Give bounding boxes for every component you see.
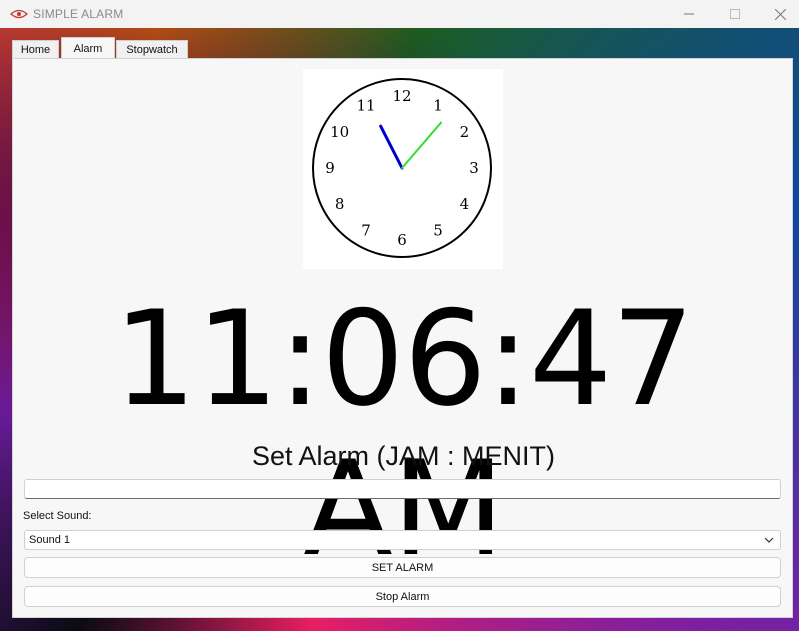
set-alarm-heading: Set Alarm (JAM : MENIT) xyxy=(251,441,556,471)
set-alarm-button[interactable]: SET ALARM xyxy=(24,557,781,578)
clock-numeral-11: 11 xyxy=(356,97,375,115)
clock-numeral-7: 7 xyxy=(361,221,371,239)
window-titlebar: SIMPLE ALARM xyxy=(0,0,799,28)
clock-numeral-6: 6 xyxy=(397,231,407,249)
clock-numeral-8: 8 xyxy=(335,195,345,213)
clock-numeral-9: 9 xyxy=(325,159,335,177)
clock-numeral-1: 1 xyxy=(433,97,443,115)
clock-numeral-4: 4 xyxy=(460,195,470,213)
minimize-icon xyxy=(684,13,694,15)
analog-clock: 12 1 2 3 4 5 6 7 8 9 10 11 xyxy=(303,69,503,269)
clock-numeral-3: 3 xyxy=(469,159,479,177)
close-button[interactable] xyxy=(757,0,799,28)
analog-clock-face: 12 12 3 45 6 789 10 11 xyxy=(312,78,492,258)
tab-alarm[interactable]: Alarm xyxy=(61,37,115,59)
tab-stopwatch[interactable]: Stopwatch xyxy=(116,40,188,59)
window-title: SIMPLE ALARM xyxy=(33,7,124,21)
maximize-icon xyxy=(730,9,740,19)
clock-numeral-5: 5 xyxy=(433,221,443,239)
sound-dropdown-value: Sound 1 xyxy=(29,534,70,546)
minimize-button[interactable] xyxy=(666,0,712,28)
clock-numeral-2: 2 xyxy=(460,123,470,141)
tab-home[interactable]: Home xyxy=(12,40,59,59)
clock-numeral-10: 10 xyxy=(330,123,349,141)
clock-numeral-12: 12 xyxy=(392,87,411,105)
chevron-down-icon xyxy=(764,537,774,543)
select-sound-label: Select Sound: xyxy=(23,510,92,522)
alarm-panel: 12 1 2 3 4 5 6 7 8 9 10 11 11:06:47 AM Set Alarm (J… xyxy=(12,58,793,618)
stop-alarm-button[interactable]: Stop Alarm xyxy=(24,586,781,607)
maximize-button[interactable] xyxy=(712,0,758,28)
app-logo-icon xyxy=(10,9,28,19)
alarm-time-input[interactable] xyxy=(24,479,781,499)
sound-dropdown[interactable]: Sound 1 xyxy=(24,530,781,550)
close-icon xyxy=(774,8,786,20)
